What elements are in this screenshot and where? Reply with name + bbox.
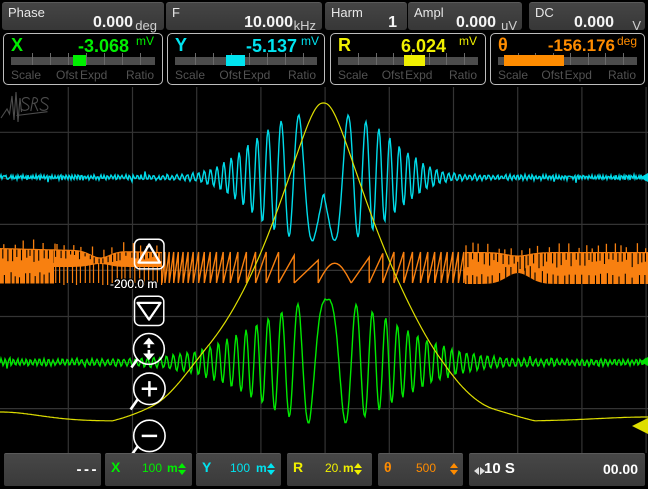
- svg-text:-200.0 m: -200.0 m: [110, 277, 157, 291]
